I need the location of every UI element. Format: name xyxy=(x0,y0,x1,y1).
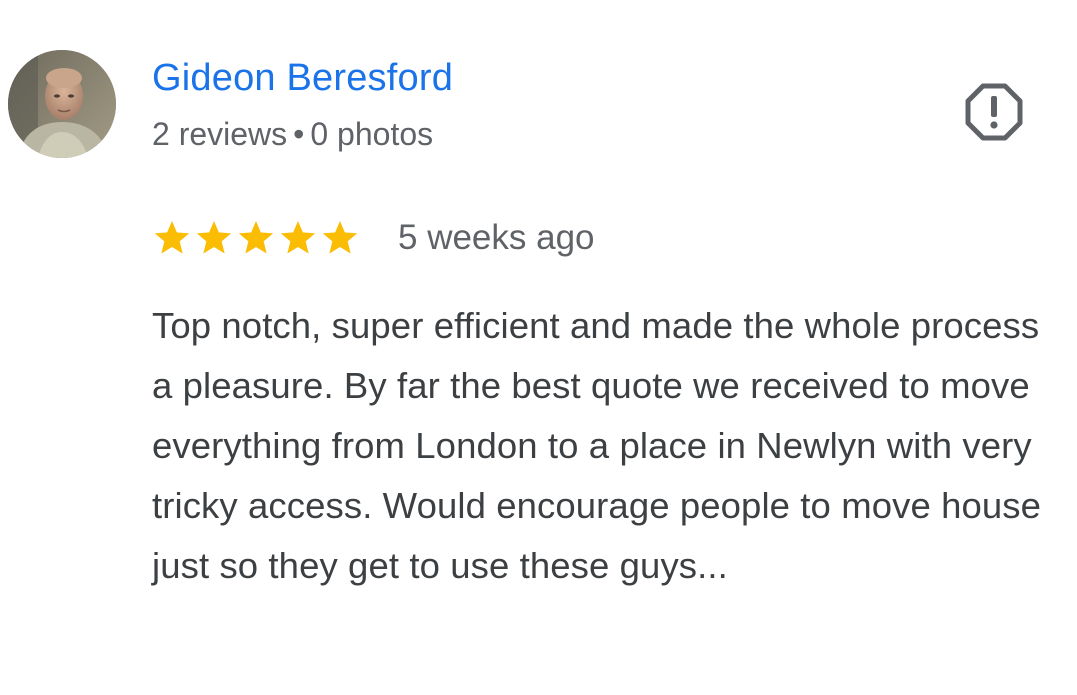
photos-count: 0 photos xyxy=(310,116,434,152)
report-flag-icon xyxy=(965,83,1023,141)
review-text: Top notch, super efficient and made the … xyxy=(152,305,1042,586)
reviewer-name[interactable]: Gideon Beresford xyxy=(152,54,453,102)
star-icon xyxy=(152,218,192,258)
reviewer-stats: 2 reviews • 0 photos xyxy=(152,114,433,154)
meta-separator: • xyxy=(293,116,305,152)
review-time: 5 weeks ago xyxy=(398,218,595,257)
star-icon xyxy=(278,218,318,258)
star-icon xyxy=(320,218,360,258)
rating-row: 5 weeks ago xyxy=(152,212,595,264)
avatar-image xyxy=(8,50,116,158)
reviewer-avatar[interactable] xyxy=(8,50,116,158)
star-icon xyxy=(194,218,234,258)
star-rating xyxy=(152,218,360,258)
star-icon xyxy=(236,218,276,258)
review-card: Gideon Beresford 2 reviews • 0 photos 5 we… xyxy=(0,0,1077,695)
reviews-count: 2 reviews xyxy=(152,116,288,152)
report-review-button[interactable] xyxy=(962,80,1026,144)
